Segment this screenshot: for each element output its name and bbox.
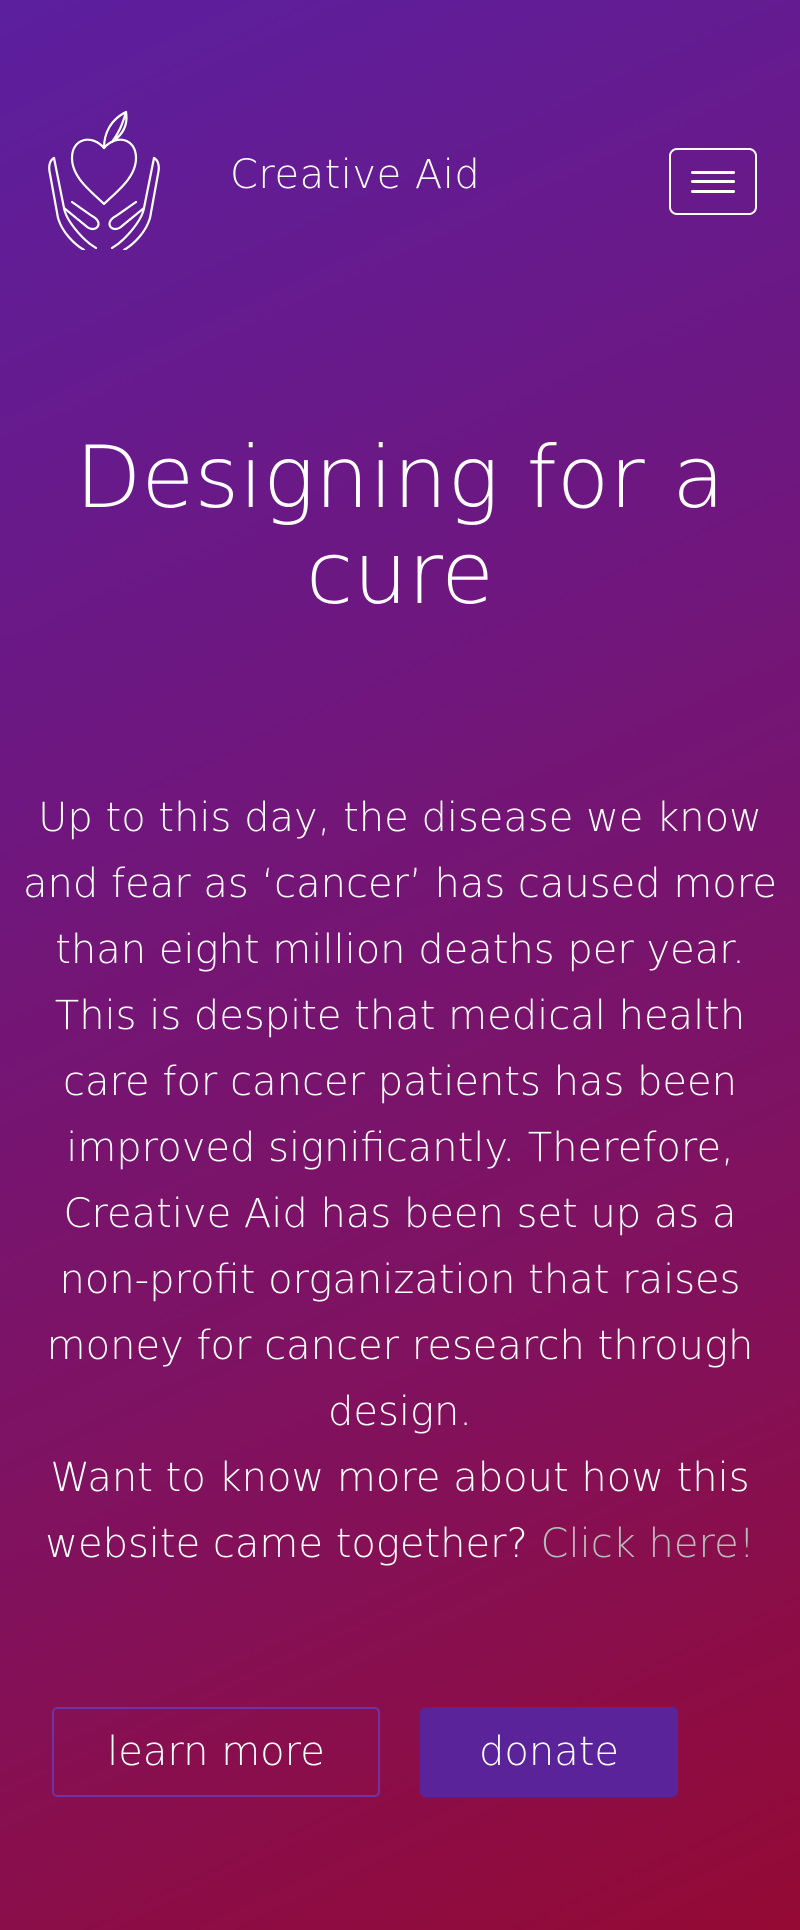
- menu-toggle-button[interactable]: [669, 148, 757, 215]
- hamburger-menu-icon: [691, 170, 735, 193]
- brand-name[interactable]: Creative Aid: [230, 155, 480, 195]
- donate-button[interactable]: donate: [420, 1707, 678, 1797]
- heart-in-hands-icon[interactable]: [38, 100, 170, 250]
- action-buttons: learn more donate: [52, 1707, 678, 1797]
- click-here-link[interactable]: Click here!: [541, 1521, 755, 1567]
- site-header: Creative Aid: [0, 0, 800, 300]
- hero-description: Up to this day, the disease we know and …: [23, 795, 777, 1435]
- about-site-text: Want to know more about how this website…: [0, 1445, 800, 1577]
- hero-title: Designing for a cure: [75, 428, 725, 624]
- learn-more-button[interactable]: learn more: [52, 1707, 380, 1797]
